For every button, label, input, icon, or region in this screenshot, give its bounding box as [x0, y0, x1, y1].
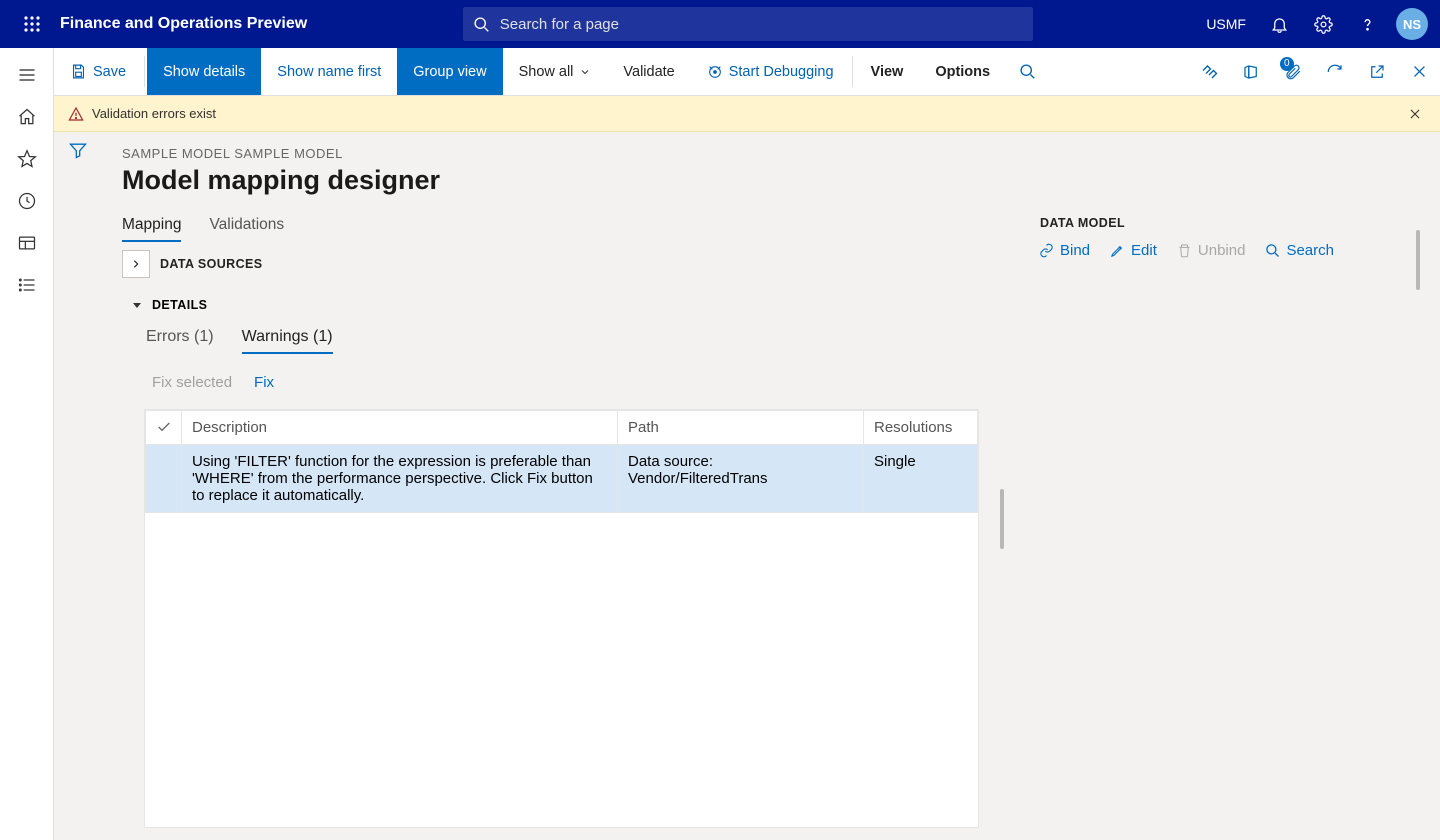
close-page-icon[interactable] [1398, 48, 1440, 95]
validate-button[interactable]: Validate [607, 48, 690, 95]
details-label: DETAILS [152, 298, 207, 312]
fix-selected-button: Fix selected [152, 374, 232, 391]
row-resolutions: Single [864, 445, 978, 513]
view-menu[interactable]: View [855, 48, 920, 95]
right-edge-splitter[interactable] [1416, 230, 1420, 290]
action-bar: Save Show details Show name first Group … [54, 48, 1440, 96]
unbind-button: Unbind [1177, 242, 1246, 259]
details-collapse-icon[interactable] [130, 299, 144, 311]
home-icon[interactable] [3, 96, 51, 138]
recent-clock-icon[interactable] [3, 180, 51, 222]
avatar-initials: NS [1403, 17, 1421, 32]
validation-warning-banner: Validation errors exist [54, 96, 1440, 132]
subtab-warnings[interactable]: Warnings (1) [242, 322, 333, 354]
grid-header-path[interactable]: Path [618, 411, 864, 445]
favorites-star-icon[interactable] [3, 138, 51, 180]
column-splitter[interactable] [999, 210, 1005, 828]
global-search-input[interactable] [500, 16, 1023, 33]
global-search[interactable] [463, 7, 1033, 41]
row-checkbox[interactable] [146, 445, 182, 513]
select-all-checkbox[interactable] [146, 411, 182, 445]
warning-triangle-icon [68, 106, 84, 122]
company-code[interactable]: USMF [1196, 16, 1256, 32]
page-title: Model mapping designer [122, 165, 1420, 196]
workspaces-icon[interactable] [3, 222, 51, 264]
warning-close-icon[interactable] [1404, 103, 1426, 125]
tab-validations[interactable]: Validations [209, 210, 284, 242]
popout-icon[interactable] [1356, 48, 1398, 95]
row-path: Data source: Vendor/FilteredTrans [618, 445, 864, 513]
search-icon [473, 16, 490, 33]
edit-button[interactable]: Edit [1110, 242, 1157, 259]
actionbar-search-icon[interactable] [1006, 48, 1048, 95]
app-title: Finance and Operations Preview [60, 15, 307, 33]
attachments-icon[interactable]: 0 [1272, 48, 1314, 95]
app-launcher-icon[interactable] [8, 15, 56, 33]
breadcrumb: SAMPLE MODEL SAMPLE MODEL [122, 146, 1420, 161]
table-row[interactable]: Using 'FILTER' function for the expressi… [146, 445, 978, 513]
help-icon[interactable] [1348, 0, 1388, 48]
data-model-title: DATA MODEL [1040, 216, 1420, 230]
data-sources-label: DATA SOURCES [160, 257, 263, 271]
hamburger-icon[interactable] [3, 54, 51, 96]
subtab-errors[interactable]: Errors (1) [146, 322, 214, 354]
refresh-icon[interactable] [1314, 48, 1356, 95]
show-details-button[interactable]: Show details [147, 48, 261, 95]
search-button[interactable]: Search [1265, 242, 1334, 259]
personalize-icon[interactable] [1188, 48, 1230, 95]
page-tabs: Mapping Validations [122, 210, 979, 242]
top-navbar: Finance and Operations Preview USMF NS [0, 0, 1440, 48]
row-description: Using 'FILTER' function for the expressi… [182, 445, 618, 513]
show-name-first-button[interactable]: Show name first [261, 48, 397, 95]
user-avatar[interactable]: NS [1392, 0, 1432, 48]
warning-text: Validation errors exist [92, 106, 216, 121]
data-sources-expander[interactable] [122, 250, 150, 278]
save-button[interactable]: Save [54, 48, 142, 95]
notifications-icon[interactable] [1260, 0, 1300, 48]
grid-header-resolutions[interactable]: Resolutions [864, 411, 978, 445]
show-all-dropdown[interactable]: Show all [503, 48, 608, 95]
left-rail [0, 48, 54, 840]
warnings-grid: Description Path Resolutions Using 'FILT… [144, 409, 979, 828]
grid-header-description[interactable]: Description [182, 411, 618, 445]
settings-gear-icon[interactable] [1304, 0, 1344, 48]
tab-mapping[interactable]: Mapping [122, 210, 181, 242]
modules-list-icon[interactable] [3, 264, 51, 306]
fix-button[interactable]: Fix [254, 374, 274, 391]
group-view-button[interactable]: Group view [397, 48, 502, 95]
start-debugging-button[interactable]: Start Debugging [691, 48, 850, 95]
options-menu[interactable]: Options [919, 48, 1006, 95]
bind-button[interactable]: Bind [1039, 242, 1090, 259]
filter-funnel-icon[interactable] [68, 140, 88, 840]
office-addin-icon[interactable] [1230, 48, 1272, 95]
